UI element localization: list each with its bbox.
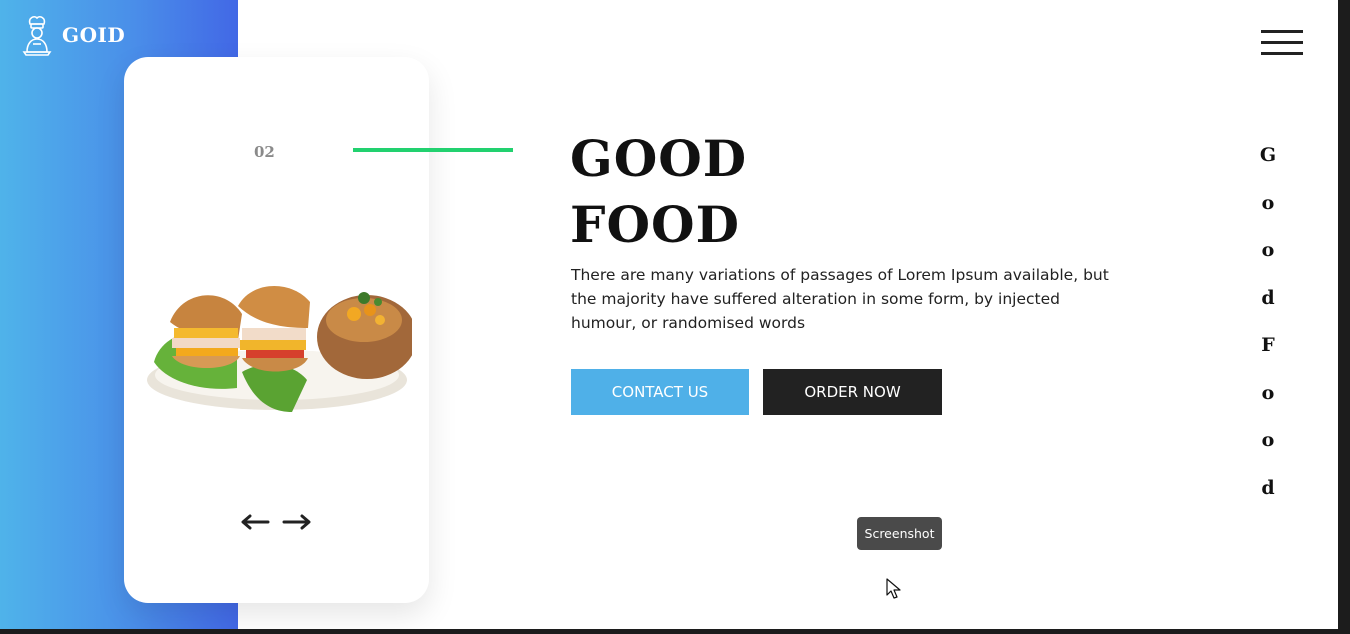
vertical-letter: d	[1261, 476, 1275, 499]
sandwich-plate-image	[147, 285, 412, 412]
vertical-word: G o o d F o o d	[1255, 140, 1281, 520]
brand-logo[interactable]: GOID	[20, 14, 125, 56]
screenshot-tooltip: Screenshot	[857, 517, 942, 550]
accent-line	[353, 148, 513, 152]
vertical-letter: F	[1261, 334, 1275, 356]
arrow-left-icon[interactable]	[240, 513, 270, 531]
contact-us-button[interactable]: CONTACT US	[571, 369, 749, 415]
arrow-right-icon[interactable]	[282, 513, 312, 531]
vertical-letter: o	[1261, 239, 1275, 261]
brand-name: GOID	[62, 23, 126, 47]
vertical-letter: d	[1261, 286, 1275, 309]
vertical-letter: o	[1261, 429, 1275, 451]
window-edge-right	[1338, 0, 1350, 634]
vertical-letter: o	[1261, 191, 1275, 214]
hero-title-line-1: GOOD	[570, 129, 748, 188]
page: GOID 02 GOOD FOOD There are many variati…	[0, 0, 1338, 629]
order-now-button[interactable]: ORDER NOW	[763, 369, 942, 415]
chef-icon	[22, 16, 52, 56]
slider-arrows	[240, 513, 312, 531]
hamburger-menu-icon[interactable]	[1261, 28, 1303, 58]
hero-title: GOOD FOOD	[570, 126, 747, 258]
hero-title-line-2: FOOD	[570, 195, 740, 254]
slider-card: 02	[124, 57, 429, 603]
slide-number: 02	[254, 143, 275, 161]
mouse-cursor-icon	[886, 578, 901, 599]
window-edge-bottom	[0, 629, 1350, 634]
hero-description: There are many variations of passages of…	[571, 266, 1109, 332]
vertical-letter: o	[1261, 381, 1275, 404]
vertical-letter: G	[1259, 144, 1277, 166]
